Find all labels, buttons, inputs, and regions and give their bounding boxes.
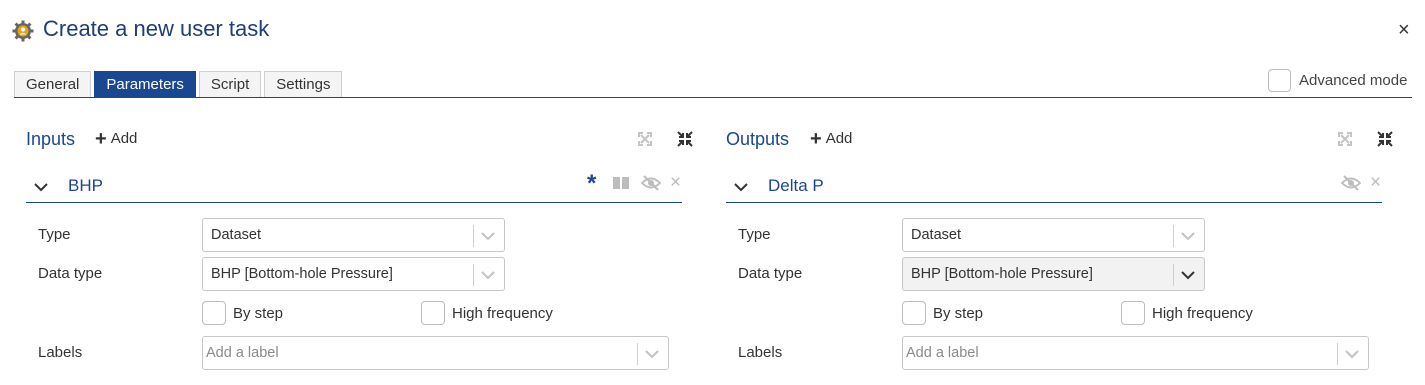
type-select[interactable]: Dataset: [202, 218, 505, 252]
chevron-down-icon: [481, 232, 495, 241]
eye-hidden-icon[interactable]: [641, 175, 661, 191]
outputs-title: Outputs: [726, 129, 790, 149]
labels-input[interactable]: Add a label: [902, 336, 1369, 370]
outputs-add-label: Add: [825, 130, 853, 147]
select-separator: [1173, 225, 1174, 247]
type-value: Dataset: [911, 227, 961, 243]
eye-hidden-icon[interactable]: [1341, 175, 1361, 191]
chevron-down-icon: [1181, 232, 1195, 241]
high-frequency-checkbox[interactable]: [1121, 301, 1145, 325]
labels-placeholder: Add a label: [206, 345, 279, 361]
tab-divider: [14, 97, 1412, 98]
close-button[interactable]: ×: [1398, 18, 1410, 42]
tab-parameters[interactable]: Parameters: [94, 71, 196, 97]
advanced-mode-label: Advanced mode: [1299, 72, 1408, 89]
chevron-down-icon[interactable]: [34, 182, 48, 192]
type-label: Type: [738, 226, 771, 243]
output-param-name[interactable]: Delta P: [768, 176, 824, 196]
labels-label: Labels: [38, 344, 83, 361]
labels-placeholder: Add a label: [906, 345, 979, 361]
tab-general[interactable]: General: [14, 71, 92, 97]
labels-label: Labels: [738, 344, 783, 361]
data-type-value: BHP [Bottom-hole Pressure]: [911, 266, 1093, 282]
book-icon[interactable]: [612, 176, 630, 190]
remove-param-button[interactable]: ×: [1370, 172, 1381, 194]
tab-script[interactable]: Script: [198, 71, 262, 97]
select-separator: [473, 225, 474, 247]
chevron-down-icon: [1181, 271, 1195, 280]
high-frequency-checkbox[interactable]: [421, 301, 445, 325]
data-type-select[interactable]: BHP [Bottom-hole Pressure]: [902, 257, 1205, 291]
type-select[interactable]: Dataset: [902, 218, 1205, 252]
gear-user-icon: [12, 20, 34, 42]
inputs-title: Inputs: [26, 129, 76, 149]
param-divider: [726, 202, 1382, 203]
remove-param-button[interactable]: ×: [670, 172, 681, 194]
outputs-add-button[interactable]: + Add: [810, 127, 853, 150]
advanced-mode-checkbox[interactable]: [1268, 69, 1291, 92]
chevron-down-icon: [645, 350, 659, 359]
select-separator: [637, 343, 638, 365]
select-separator: [473, 264, 474, 286]
plus-icon: +: [95, 127, 107, 150]
chevron-down-icon[interactable]: [734, 182, 748, 192]
select-separator: [1337, 343, 1338, 365]
high-frequency-label: High frequency: [1152, 305, 1253, 322]
param-divider: [26, 202, 682, 203]
inputs-add-button[interactable]: + Add: [95, 127, 138, 150]
required-asterisk[interactable]: *: [587, 170, 596, 198]
chevron-down-icon: [481, 271, 495, 280]
input-param-name[interactable]: BHP: [68, 176, 103, 196]
by-step-checkbox[interactable]: [902, 301, 926, 325]
collapse-icon[interactable]: [677, 131, 693, 147]
by-step-label: By step: [933, 305, 984, 322]
labels-input[interactable]: Add a label: [202, 336, 669, 370]
data-type-label: Data type: [738, 265, 803, 282]
data-type-label: Data type: [38, 265, 103, 282]
type-label: Type: [38, 226, 71, 243]
high-frequency-label: High frequency: [452, 305, 553, 322]
by-step-label: By step: [233, 305, 284, 322]
by-step-checkbox[interactable]: [202, 301, 226, 325]
select-separator: [1173, 264, 1174, 286]
plus-icon: +: [810, 127, 822, 150]
inputs-add-label: Add: [110, 130, 138, 147]
type-value: Dataset: [211, 227, 261, 243]
dialog-title: Create a new user task: [43, 16, 270, 41]
data-type-value: BHP [Bottom-hole Pressure]: [211, 266, 393, 282]
tab-bar: General Parameters Script Settings: [14, 71, 343, 97]
expand-icon[interactable]: [1337, 131, 1353, 147]
chevron-down-icon: [1345, 350, 1359, 359]
expand-icon[interactable]: [637, 131, 653, 147]
data-type-select[interactable]: BHP [Bottom-hole Pressure]: [202, 257, 505, 291]
collapse-icon[interactable]: [1377, 131, 1393, 147]
tab-settings[interactable]: Settings: [264, 71, 343, 97]
